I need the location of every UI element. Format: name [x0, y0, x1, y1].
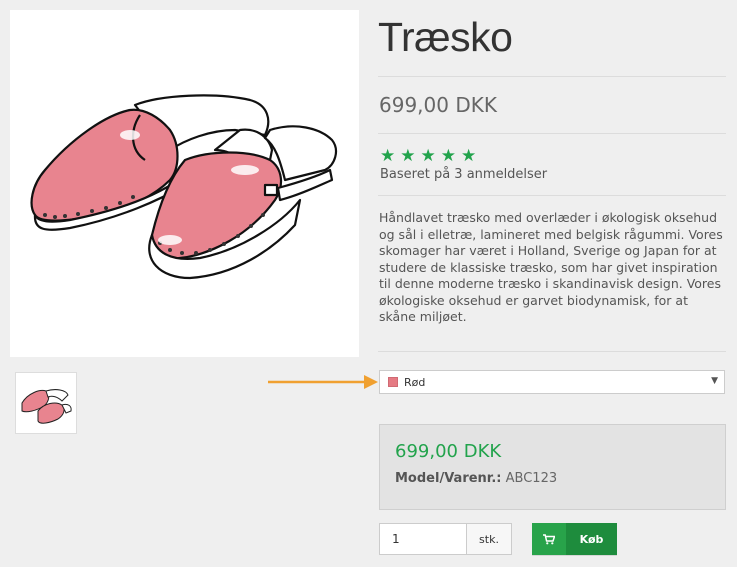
clogs-thumbnail-image [21, 389, 72, 424]
clogs-illustration [30, 94, 338, 280]
star-icon: ★ [400, 146, 416, 166]
star-icon: ★ [380, 146, 396, 166]
rating-stars[interactable]: ★ ★ ★ ★ ★ [380, 148, 476, 165]
model-value: ABC123 [505, 471, 558, 486]
product-title: Træsko [378, 14, 513, 60]
star-icon: ★ [461, 146, 477, 166]
divider [378, 351, 726, 352]
star-icon: ★ [420, 146, 436, 166]
star-icon: ★ [440, 146, 456, 166]
color-swatch [388, 377, 398, 387]
arrow-annotation-icon [268, 375, 378, 389]
color-select-value: Rød [404, 375, 426, 389]
product-thumbnail[interactable] [15, 372, 77, 434]
quantity-input[interactable]: 1 [379, 523, 467, 555]
divider [378, 133, 726, 134]
reviews-count-link[interactable]: Baseret på 3 anmeldelser [380, 167, 547, 182]
price-box-price: 699,00 DKK [395, 441, 502, 462]
divider [378, 76, 726, 77]
cart-icon [532, 523, 566, 555]
divider [378, 195, 726, 196]
buy-button-label: Køb [566, 523, 617, 555]
price-box: 699,00 DKK Model/Varenr.: ABC123 [379, 424, 726, 510]
model-label: Model/Varenr.: [395, 471, 502, 486]
model-number: Model/Varenr.: ABC123 [395, 471, 557, 486]
quantity-unit: stk. [467, 523, 512, 555]
buy-button[interactable]: Køb [532, 523, 617, 555]
product-price: 699,00 DKK [379, 93, 497, 117]
color-select[interactable]: Rød ▼ [379, 370, 725, 394]
product-description: Håndlavet træsko med overlæder i økologi… [379, 210, 723, 324]
chevron-down-icon: ▼ [711, 376, 718, 386]
product-main-image[interactable] [10, 10, 359, 357]
